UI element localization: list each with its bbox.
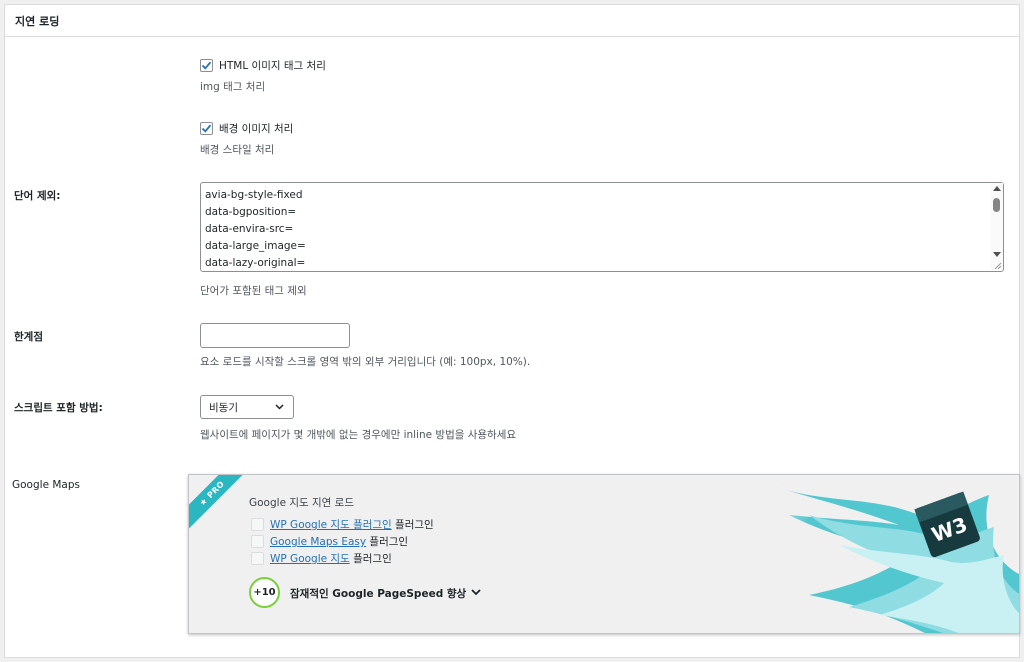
plugin-suffix: 플러그인 xyxy=(391,519,434,531)
chevron-down-icon xyxy=(275,404,284,410)
panel-title: 지연 로딩 xyxy=(15,15,60,28)
scroll-thumb[interactable] xyxy=(993,198,1000,212)
scroll-down-arrow-icon[interactable] xyxy=(993,252,1001,257)
plugin-link[interactable]: Google Maps Easy xyxy=(270,536,366,548)
pagespeed-score-text: 잠재적인 Google PageSpeed 향상 xyxy=(290,588,467,600)
bg-images-label: 배경 이미지 처리 xyxy=(219,123,294,135)
resize-grip-icon[interactable] xyxy=(994,262,1002,270)
script-embed-label: 스크립트 포함 방법: xyxy=(14,402,103,414)
plugin-checkbox[interactable] xyxy=(251,552,264,565)
exclude-line: data-large_image= xyxy=(205,240,306,252)
plugin-link[interactable]: WP Google 지도 플러그인 xyxy=(270,519,392,531)
checkmark-icon xyxy=(201,124,212,133)
plugin-checkbox[interactable] xyxy=(251,518,264,531)
exclude-desc: 단어가 포함된 태그 제외 xyxy=(200,285,307,297)
plugin-option-wp-google-maps[interactable]: WP Google 지도 플러그인 플러그인 xyxy=(251,517,434,532)
google-maps-pro-box: W3 ★ PRO Google 지도 지연 로드 WP Google 지도 플러… xyxy=(188,474,1020,634)
pro-ribbon: ★ PRO xyxy=(189,475,254,535)
pro-box-title: Google 지도 지연 로드 xyxy=(249,497,354,509)
panel-header: 지연 로딩 xyxy=(5,5,1019,37)
plugin-checkbox[interactable] xyxy=(251,535,264,548)
exclude-textarea-wrap: avia-bg-style-fixed data-bgposition= dat… xyxy=(200,182,1004,272)
bg-images-checkbox[interactable] xyxy=(200,122,213,135)
w3-logo-art: W3 xyxy=(749,475,1019,633)
textarea-scrollbar[interactable] xyxy=(990,183,1003,269)
threshold-label: 한계점 xyxy=(14,331,43,343)
exclude-textarea[interactable]: avia-bg-style-fixed data-bgposition= dat… xyxy=(200,182,1004,272)
html-images-desc: img 태그 처리 xyxy=(200,81,266,93)
bg-images-desc: 배경 스타일 처리 xyxy=(200,144,275,156)
bg-images-option[interactable]: 배경 이미지 처리 xyxy=(200,121,293,136)
html-images-label: HTML 이미지 태그 처리 xyxy=(219,60,326,72)
pagespeed-score-badge: +10 xyxy=(249,577,280,608)
chevron-down-icon[interactable] xyxy=(470,586,482,598)
scroll-up-arrow-icon[interactable] xyxy=(993,186,1001,191)
exclude-line: data-bgposition= xyxy=(205,206,297,218)
plugin-suffix: 플러그인 xyxy=(366,536,409,548)
plugin-suffix: 플러그인 xyxy=(349,553,392,565)
plugin-option-google-maps-easy[interactable]: Google Maps Easy 플러그인 xyxy=(251,534,408,549)
plugin-option-wp-google-map[interactable]: WP Google 지도 플러그인 xyxy=(251,551,392,566)
exclude-line: data-lazy-original= xyxy=(205,257,306,269)
html-images-checkbox[interactable] xyxy=(200,59,213,72)
script-embed-desc: 웹사이트에 페이지가 몇 개밖에 없는 경우에만 inline 방법을 사용하세… xyxy=(200,429,517,441)
google-maps-label: Google Maps xyxy=(12,479,80,491)
threshold-desc: 요소 로드를 시작할 스크롤 영역 밖의 외부 거리입니다 (예: 100px,… xyxy=(200,356,531,368)
exclude-label: 단어 제외: xyxy=(14,190,61,202)
exclude-line: data-envira-src= xyxy=(205,223,294,235)
script-embed-value: 비동기 xyxy=(209,402,238,414)
exclude-line: avia-bg-style-fixed xyxy=(205,189,303,201)
script-embed-select[interactable]: 비동기 xyxy=(200,395,294,419)
plugin-link[interactable]: WP Google 지도 xyxy=(270,553,350,565)
html-images-option[interactable]: HTML 이미지 태그 처리 xyxy=(200,58,326,73)
threshold-input[interactable] xyxy=(200,323,350,348)
checkmark-icon xyxy=(201,61,212,70)
